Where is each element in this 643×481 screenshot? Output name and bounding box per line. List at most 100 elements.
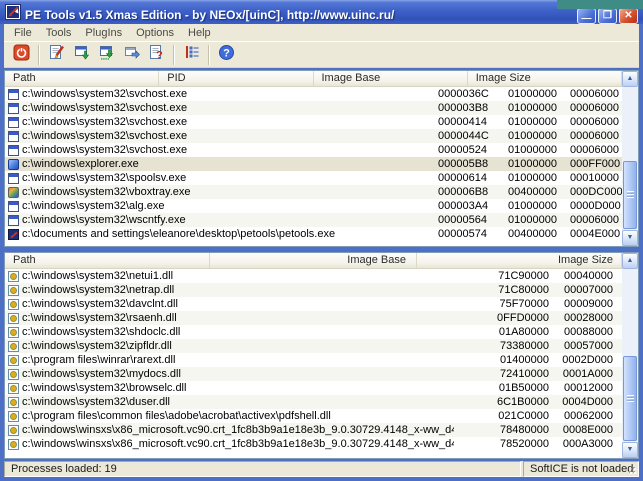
image-size-value: 00006000: [563, 101, 622, 115]
image-size-value: 00006000: [563, 143, 622, 157]
path-text: c:\windows\system32\netrap.dll: [22, 283, 174, 297]
module-row[interactable]: c:\windows\system32\browselc.dll01B50000…: [5, 381, 622, 395]
task-export-button[interactable]: [120, 43, 143, 66]
path-text: c:\program files\common files\adobe\acro…: [22, 409, 331, 423]
path-text: c:\windows\winsxs\x86_microsoft.vc90.crt…: [22, 423, 454, 437]
process-list-header: PathPIDImage BaseImage Size: [5, 71, 622, 87]
process-row[interactable]: c:\windows\system32\svchost.exe0000044C0…: [5, 129, 622, 143]
module-row[interactable]: c:\windows\winsxs\x86_microsoft.vc90.crt…: [5, 423, 622, 437]
image-size-value: 00006000: [563, 115, 622, 129]
scroll-down-icon[interactable]: ▼: [622, 442, 638, 458]
close-button[interactable]: ✕: [619, 8, 638, 24]
module-list: PathImage BaseImage Size c:\windows\syst…: [4, 252, 639, 459]
image-base-value: 01000000: [498, 101, 563, 115]
menu-item-help[interactable]: Help: [181, 26, 218, 40]
image-base-value: 01000000: [498, 115, 563, 129]
menu-item-options[interactable]: Options: [129, 26, 181, 40]
column-header-image-base[interactable]: Image Base: [210, 253, 417, 268]
status-bar: Processes loaded: 19 SoftICE is not load…: [4, 461, 639, 477]
dump-region-button[interactable]: [95, 43, 118, 66]
process-row[interactable]: c:\windows\explorer.exe000005B8010000000…: [5, 157, 622, 171]
module-row[interactable]: c:\windows\system32\duser.dll6C1B0000000…: [5, 395, 622, 409]
svg-text:?: ?: [156, 50, 163, 62]
maximize-button[interactable]: ❐: [598, 8, 617, 24]
scroll-up-icon[interactable]: ▲: [622, 71, 638, 87]
power-icon: [13, 44, 30, 66]
column-header-image-size[interactable]: Image Size: [468, 71, 622, 86]
path-text: c:\windows\explorer.exe: [22, 157, 139, 171]
path-text: c:\windows\system32\svchost.exe: [22, 87, 187, 101]
module-row[interactable]: c:\windows\system32\netrap.dll71C8000000…: [5, 283, 622, 297]
module-row[interactable]: c:\program files\winrar\rarext.dll014000…: [5, 353, 622, 367]
list-icon: [183, 43, 201, 66]
terminate-process-button[interactable]: [10, 43, 33, 66]
module-row[interactable]: c:\windows\system32\rsaenh.dll0FFD000000…: [5, 311, 622, 325]
image-size-value: 00028000: [562, 311, 622, 325]
module-scrollbar[interactable]: ▲ ▼: [622, 253, 638, 458]
window-file-icon: [8, 173, 19, 184]
dump-region-icon: [98, 43, 116, 66]
column-header-image-size[interactable]: Image Size: [417, 253, 622, 268]
window-file-icon: [8, 201, 19, 212]
module-list-rows: c:\windows\system32\netui1.dll71C9000000…: [5, 269, 622, 458]
options-button[interactable]: [180, 43, 203, 66]
menu-item-file[interactable]: File: [7, 26, 39, 40]
window-file-icon: [8, 215, 19, 226]
module-row[interactable]: c:\program files\common files\adobe\acro…: [5, 409, 622, 423]
module-row[interactable]: c:\windows\winsxs\x86_microsoft.vc90.crt…: [5, 437, 622, 451]
process-row[interactable]: c:\windows\system32\alg.exe000003A401000…: [5, 199, 622, 213]
title-bar[interactable]: PE Tools v1.5 Xmas Edition - by NEOx/[ui…: [0, 0, 643, 24]
minimize-button[interactable]: —: [577, 8, 596, 24]
menu-item-tools[interactable]: Tools: [39, 26, 79, 40]
path-text: c:\windows\system32\svchost.exe: [22, 143, 187, 157]
column-header-pid[interactable]: PID: [159, 71, 313, 86]
column-header-image-base[interactable]: Image Base: [314, 71, 468, 86]
pe-editor-button[interactable]: [45, 43, 68, 66]
pid-value: 000005B8: [430, 157, 498, 171]
module-row[interactable]: c:\windows\system32\shdoclc.dll01A800000…: [5, 325, 622, 339]
toolbar-separator: [208, 45, 210, 65]
path-text: c:\windows\system32\duser.dll: [22, 395, 170, 409]
pe-sniffer-button[interactable]: ?: [145, 43, 168, 66]
process-row[interactable]: c:\windows\system32\svchost.exe000005240…: [5, 143, 622, 157]
help-button[interactable]: ?: [215, 43, 238, 66]
module-row[interactable]: c:\windows\system32\netui1.dll71C9000000…: [5, 269, 622, 283]
column-header-path[interactable]: Path: [5, 71, 159, 86]
window-file-icon: [8, 145, 19, 156]
process-row[interactable]: c:\windows\system32\wscntfy.exe000005640…: [5, 213, 622, 227]
image-size-value: 00012000: [562, 381, 622, 395]
pid-value: 00000564: [430, 213, 498, 227]
image-base-value: 01000000: [498, 171, 563, 185]
path-text: c:\windows\system32\davclnt.dll: [22, 297, 178, 311]
column-header-path[interactable]: Path: [5, 253, 210, 268]
module-row[interactable]: c:\windows\system32\mydocs.dll7241000000…: [5, 367, 622, 381]
process-row[interactable]: c:\windows\system32\svchost.exe0000036C0…: [5, 87, 622, 101]
menu-item-plugins[interactable]: PlugIns: [78, 26, 129, 40]
path-text: c:\windows\system32\rsaenh.dll: [22, 311, 177, 325]
scroll-thumb[interactable]: [623, 161, 637, 229]
image-base-value: 00400000: [498, 185, 563, 199]
process-row[interactable]: c:\windows\system32\vboxtray.exe000006B8…: [5, 185, 622, 199]
process-row[interactable]: c:\windows\system32\svchost.exe000003B80…: [5, 101, 622, 115]
process-row[interactable]: c:\windows\system32\spoolsv.exe000006140…: [5, 171, 622, 185]
resize-grip-icon[interactable]: [625, 463, 637, 475]
image-size-value: 0001A000: [562, 367, 622, 381]
module-row[interactable]: c:\windows\system32\zipfldr.dll733800000…: [5, 339, 622, 353]
image-base-value: 01000000: [498, 199, 563, 213]
petools-window: PE Tools v1.5 Xmas Edition - by NEOx/[ui…: [0, 0, 643, 481]
process-row[interactable]: c:\windows\system32\svchost.exe000004140…: [5, 115, 622, 129]
module-row[interactable]: c:\windows\system32\davclnt.dll75F700000…: [5, 297, 622, 311]
process-scrollbar[interactable]: ▲ ▼: [622, 71, 638, 246]
process-row[interactable]: c:\documents and settings\eleanore\deskt…: [5, 227, 622, 241]
scroll-down-icon[interactable]: ▼: [622, 230, 638, 246]
dump-full-button[interactable]: [70, 43, 93, 66]
scroll-up-icon[interactable]: ▲: [622, 253, 638, 269]
image-base-value: 01000000: [498, 213, 563, 227]
image-size-value: 000DC000: [563, 185, 622, 199]
dll-file-icon: [8, 271, 19, 282]
pid-value: 00000414: [430, 115, 498, 129]
pid-value: 00000614: [430, 171, 498, 185]
scroll-thumb[interactable]: [623, 356, 637, 441]
image-size-value: 00040000: [562, 269, 622, 283]
path-text: c:\program files\winrar\rarext.dll: [22, 353, 175, 367]
